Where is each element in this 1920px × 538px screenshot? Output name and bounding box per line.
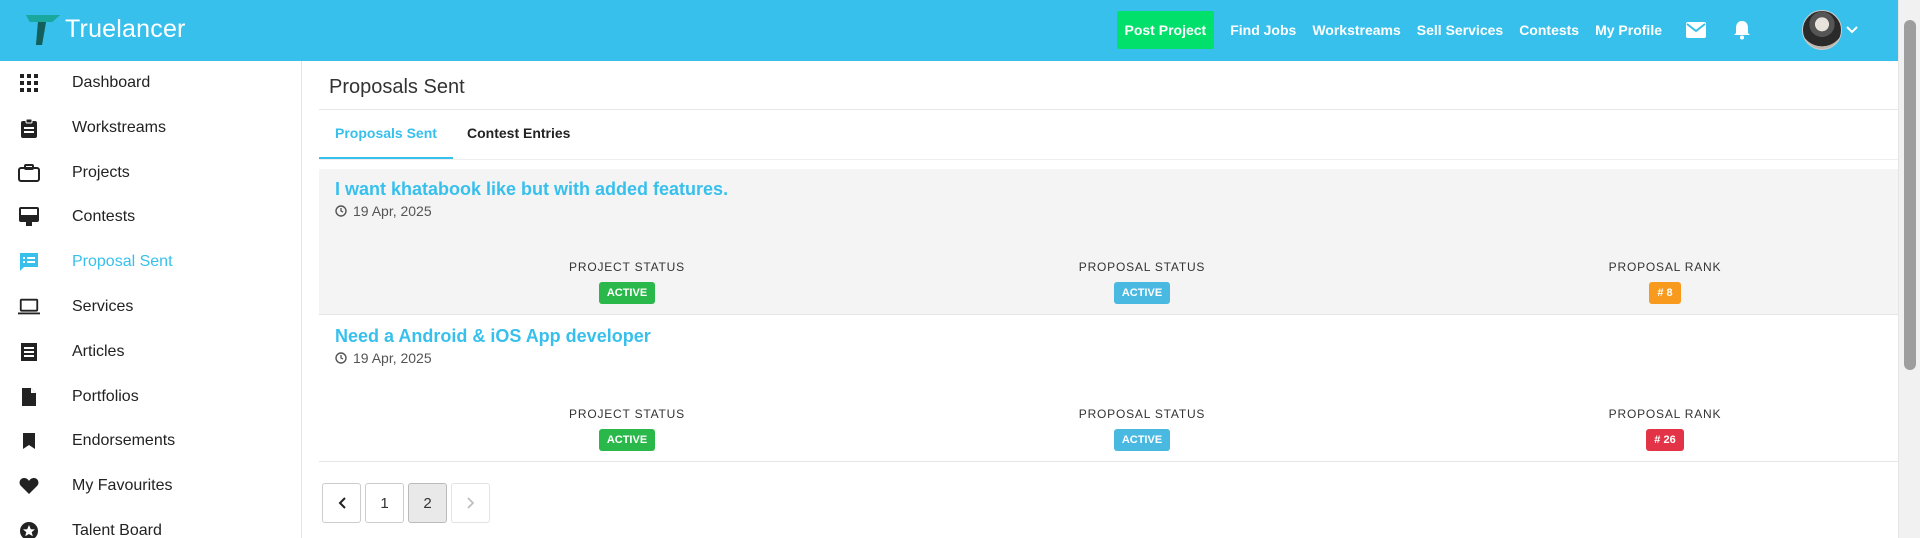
proposal-date-text: 19 Apr, 2025 [353,350,432,366]
sidebar-item-dashboard[interactable]: Dashboard [0,63,302,103]
sidebar-item-services[interactable]: Services [0,287,302,327]
sidebar-item-label: Articles [72,343,125,360]
sidebar-item-workstreams[interactable]: Workstreams [0,108,302,148]
brand-name: Truelancer [65,14,186,43]
sidebar-item-label: My Favourites [72,477,173,494]
status-badge: ACTIVE [1113,282,1171,304]
proposal-title-link[interactable]: I want khatabook like but with added fea… [335,179,728,200]
chevron-down-icon [1846,26,1858,34]
sidebar-item-label: Portfolios [72,388,139,405]
nav-my-profile[interactable]: My Profile [1595,22,1662,38]
sidebar-item-label: Talent Board [72,522,162,538]
nav-find-jobs[interactable]: Find Jobs [1230,22,1296,38]
proposal-status-label: PROPOSAL STATUS [1078,407,1206,421]
nav-contests[interactable]: Contests [1519,22,1579,38]
sidebar-item-portfolios[interactable]: Portfolios [0,377,302,417]
sidebar-item-label: Contests [72,208,136,225]
sidebar-item-label: Dashboard [72,74,151,91]
proposal-rank-label: PROPOSAL RANK [1608,407,1722,421]
heart-icon [18,475,40,497]
sidebar-item-label: Workstreams [72,119,166,136]
grid-icon [18,72,40,94]
sidebar-item-endorsements[interactable]: Endorsements [0,421,302,461]
proposal-rank-label: PROPOSAL RANK [1608,260,1722,274]
project-status: PROJECT STATUS ACTIVE [527,260,727,304]
bell-icon[interactable] [1730,18,1754,42]
sidebar-item-talent-board[interactable]: Talent Board [0,511,302,538]
proposal-date: 19 Apr, 2025 [335,203,432,219]
proposal-card: Need a Android & iOS App developer 19 Ap… [319,316,1898,462]
top-navbar: Truelancer Post Project Find Jobs Workst… [0,0,1898,61]
message-icon [18,251,40,273]
sidebar-item-my-favourites[interactable]: My Favourites [0,466,302,506]
proposal-rank: PROPOSAL RANK # 8 [1565,260,1765,304]
page-title: Proposals Sent [329,76,465,98]
status-badge: ACTIVE [598,282,656,304]
main-content: Proposals Sent Proposals Sent Contest En… [303,61,1898,538]
star-icon [18,520,40,538]
article-icon [18,341,40,363]
profile-menu[interactable] [1802,10,1858,50]
proposal-status-label: PROPOSAL STATUS [1078,260,1206,274]
pagination-prev-button[interactable] [322,483,361,523]
proposal-status: PROPOSAL STATUS ACTIVE [1042,407,1242,451]
pagination: 1 2 [322,483,494,523]
sidebar-item-contests[interactable]: Contests [0,197,302,237]
pagination-next-button[interactable] [451,483,490,523]
proposal-status: PROPOSAL STATUS ACTIVE [1042,260,1242,304]
file-icon [18,386,40,408]
rank-badge: # 26 [1646,429,1684,451]
sidebar-item-proposal-sent[interactable]: Proposal Sent [0,242,302,282]
divider [319,109,1898,110]
tab-proposals-sent[interactable]: Proposals Sent [335,125,437,141]
divider [319,159,1898,160]
post-project-button[interactable]: Post Project [1116,11,1215,49]
brand-logo[interactable]: Truelancer [24,12,186,46]
project-status-label: PROJECT STATUS [569,407,685,421]
clock-icon [335,205,347,217]
status-badge: ACTIVE [598,429,656,451]
clipboard-icon [18,117,40,139]
sidebar-item-label: Proposal Sent [72,253,173,270]
chevron-left-icon [338,497,346,509]
rank-badge: # 8 [1649,282,1681,304]
briefcase-icon [18,162,40,184]
status-badge: ACTIVE [1113,429,1171,451]
truelancer-logo-icon [26,15,60,45]
proposal-rank: PROPOSAL RANK # 26 [1565,407,1765,451]
sidebar: Dashboard Workstreams Projects Contests … [0,61,302,538]
project-status: PROJECT STATUS ACTIVE [527,407,727,451]
tab-contest-entries[interactable]: Contest Entries [467,125,570,141]
page-scrollbar[interactable] [1898,0,1920,538]
sidebar-item-label: Services [72,298,134,315]
project-status-label: PROJECT STATUS [569,260,685,274]
proposal-date: 19 Apr, 2025 [335,350,432,366]
top-nav-links: Post Project Find Jobs Workstreams Sell … [1116,11,1827,49]
chevron-right-icon [466,497,474,509]
proposal-title-link[interactable]: Need a Android & iOS App developer [335,326,651,347]
scrollbar-thumb[interactable] [1904,20,1916,370]
nav-workstreams[interactable]: Workstreams [1312,22,1400,38]
pagination-page-1[interactable]: 1 [365,483,404,523]
sidebar-item-projects[interactable]: Projects [0,153,302,193]
pagination-page-2[interactable]: 2 [408,483,447,523]
sidebar-item-label: Projects [72,164,130,181]
sidebar-item-articles[interactable]: Articles [0,332,302,372]
bookmark-icon [18,430,40,452]
sidebar-item-label: Endorsements [72,432,176,449]
mail-icon[interactable] [1684,18,1708,42]
card-icon [18,206,40,228]
laptop-icon [18,296,40,318]
clock-icon [335,352,347,364]
nav-sell-services[interactable]: Sell Services [1417,22,1503,38]
proposal-date-text: 19 Apr, 2025 [353,203,432,219]
avatar[interactable] [1802,10,1842,50]
proposal-card: I want khatabook like but with added fea… [319,169,1898,315]
